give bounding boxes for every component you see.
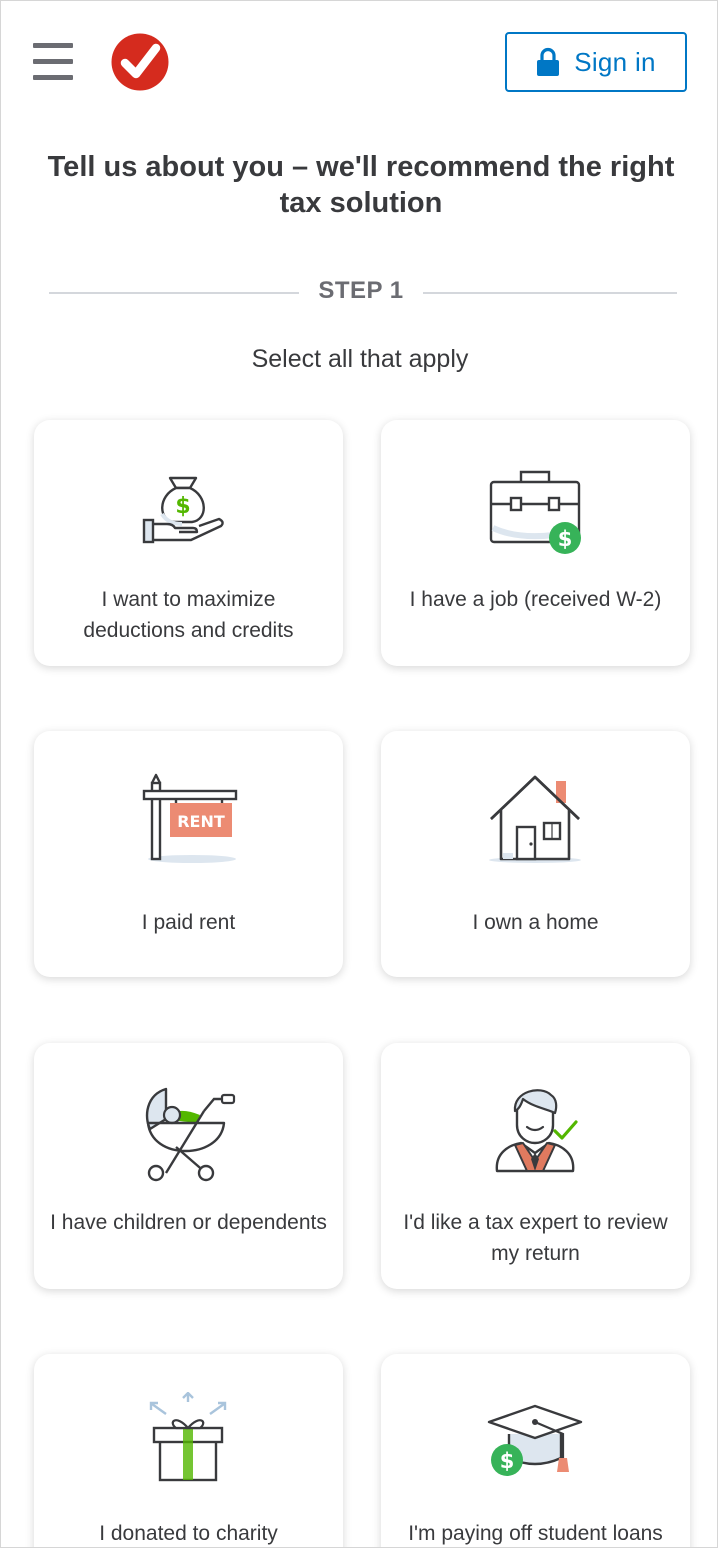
option-label: I have a job (received W-2) (409, 588, 662, 611)
baby-stroller-icon (145, 1087, 236, 1182)
option-label: I want to maximize deductions and credit… (83, 588, 294, 642)
header: Sign in (1, 1, 717, 121)
money-bag-hand-icon: $ (142, 476, 224, 544)
svg-text:$: $ (500, 1449, 515, 1473)
tax-expert-icon (495, 1089, 578, 1173)
option-label: I paid rent (141, 911, 236, 934)
step-label: STEP 1 (318, 277, 404, 304)
briefcase-dollar-icon: $ (489, 470, 581, 554)
option-label: I donated to charity (99, 1522, 278, 1545)
option-card-maximize-deductions[interactable]: $ I want to maximize deductions and cred… (34, 420, 343, 666)
option-label: I own a home (472, 911, 599, 934)
option-card-donated-charity[interactable]: I donated to charity (34, 1354, 343, 1547)
gift-box-icon (149, 1392, 227, 1482)
sign-in-label: Sign in (574, 46, 656, 77)
option-card-paid-rent[interactable]: RENT I paid rent (34, 731, 343, 977)
option-label: I'm paying off student loans (408, 1522, 663, 1545)
rent-sign-icon: RENT (142, 773, 238, 863)
page-frame: Sign in Tell us about you – we'll recomm… (0, 0, 718, 1548)
divider-right (423, 292, 677, 294)
lock-icon (537, 47, 560, 76)
option-card-children-dependents[interactable]: I have children or dependents (34, 1043, 343, 1289)
checkmark-logo-icon[interactable] (111, 33, 169, 91)
option-card-student-loans[interactable]: $ I'm paying off student loans (381, 1354, 690, 1547)
option-card-own-home[interactable]: I own a home (381, 731, 690, 977)
option-label: I have children or dependents (50, 1211, 327, 1234)
option-card-have-job[interactable]: $ I have a job (received W-2) (381, 420, 690, 666)
page-title: Tell us about you – we'll recommend the … (47, 151, 675, 219)
rent-sign-text: RENT (177, 812, 225, 831)
graduation-cap-dollar-icon: $ (487, 1404, 583, 1476)
option-card-tax-expert[interactable]: I'd like a tax expert to review my retur… (381, 1043, 690, 1289)
svg-text:$: $ (175, 494, 190, 519)
sign-in-button[interactable]: Sign in (505, 32, 687, 92)
svg-text:$: $ (558, 527, 573, 551)
house-icon (489, 775, 581, 863)
step-indicator: STEP 1 (49, 277, 677, 307)
divider-left (49, 292, 299, 294)
option-label: I'd like a tax expert to review my retur… (403, 1211, 668, 1265)
instruction-text: Select all that apply (251, 345, 469, 373)
hamburger-menu-icon[interactable] (33, 43, 75, 81)
